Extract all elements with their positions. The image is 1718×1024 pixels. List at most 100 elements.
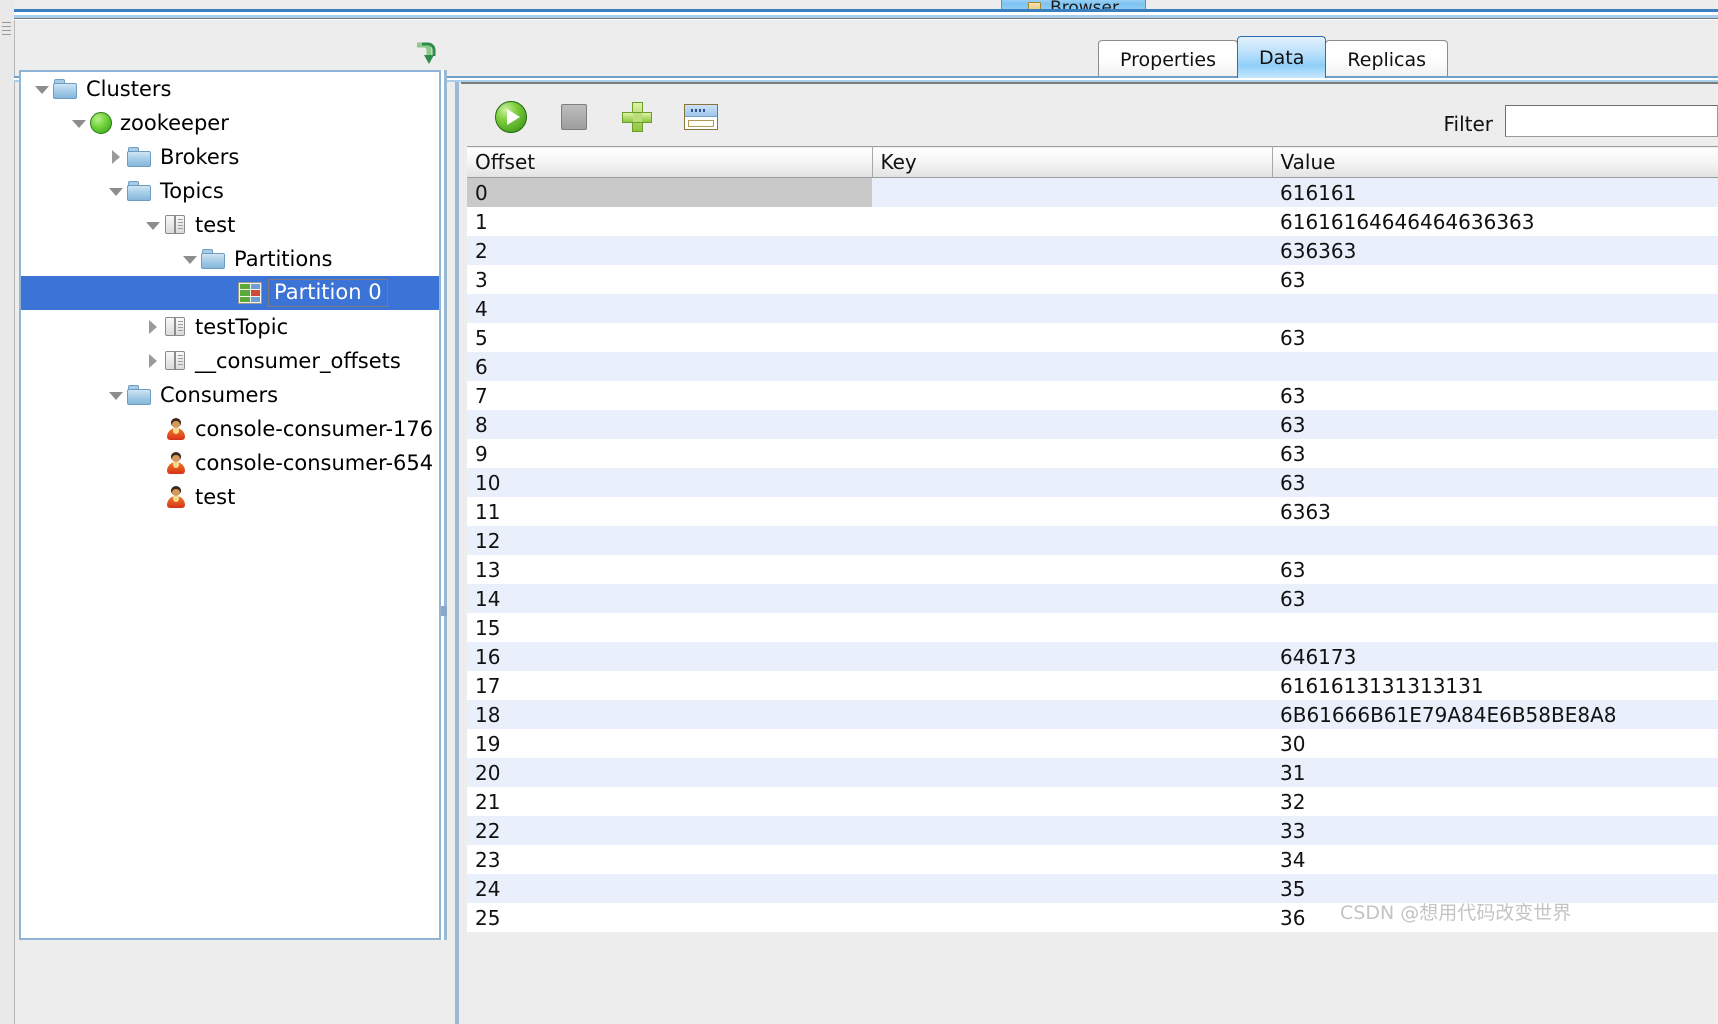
table-row[interactable]: 2 636363 <box>467 236 1718 265</box>
table-row[interactable]: 18 6B61666B61E79A84E6B58BE8A8 <box>467 700 1718 729</box>
chevron-down-icon[interactable] <box>142 214 164 236</box>
tree-node-brokers[interactable]: Brokers <box>21 140 439 174</box>
table-row[interactable]: 24 35 <box>467 874 1718 903</box>
tree-node-partitions[interactable]: Partitions <box>21 242 439 276</box>
table-row[interactable]: 16 646173 <box>467 642 1718 671</box>
table-row[interactable]: 20 31 <box>467 758 1718 787</box>
table-row[interactable]: 13 63 <box>467 555 1718 584</box>
table-row[interactable]: 21 32 <box>467 787 1718 816</box>
cell-key <box>872 642 1272 671</box>
cell-offset: 25 <box>467 903 872 932</box>
cell-key <box>872 526 1272 555</box>
cell-offset: 19 <box>467 729 872 758</box>
tab-properties[interactable]: Properties <box>1098 40 1239 78</box>
cell-offset: 24 <box>467 874 872 903</box>
message-table-scroll[interactable]: Offset Key Value 0 616161 1 616161646464646… <box>467 146 1718 1024</box>
tab-data[interactable]: Data <box>1237 36 1327 78</box>
cell-offset: 9 <box>467 439 872 468</box>
tree-node-label: Partition 0 <box>268 279 388 307</box>
table-row[interactable]: 3 63 <box>467 265 1718 294</box>
form-view-button[interactable] <box>683 101 719 137</box>
cell-offset: 11 <box>467 497 872 526</box>
cell-value <box>1272 352 1718 381</box>
stop-button[interactable] <box>558 101 594 137</box>
cell-key <box>872 671 1272 700</box>
tree-node-topics[interactable]: Topics <box>21 174 439 208</box>
chevron-down-icon[interactable] <box>105 180 127 202</box>
table-row[interactable]: 4 <box>467 294 1718 323</box>
tree-node-label: test <box>195 484 236 509</box>
table-row[interactable]: 19 30 <box>467 729 1718 758</box>
table-row[interactable]: 9 63 <box>467 439 1718 468</box>
table-row[interactable]: 14 63 <box>467 584 1718 613</box>
table-row[interactable]: 8 63 <box>467 410 1718 439</box>
cluster-tree-panel[interactable]: Clusters zookeeper Brokers Topics test Partit… <box>19 70 441 940</box>
chevron-down-icon[interactable] <box>68 112 90 134</box>
table-row[interactable]: 11 6363 <box>467 497 1718 526</box>
cell-value: 646173 <box>1272 642 1718 671</box>
cell-key <box>872 816 1272 845</box>
table-row[interactable]: 5 63 <box>467 323 1718 352</box>
tab-replicas-label: Replicas <box>1347 48 1427 71</box>
table-row[interactable]: 23 34 <box>467 845 1718 874</box>
cell-key <box>872 903 1272 932</box>
table-row[interactable]: 7 63 <box>467 381 1718 410</box>
play-button[interactable] <box>495 101 531 137</box>
tree-node-clusters[interactable]: Clusters <box>21 72 439 106</box>
table-row[interactable]: 15 <box>467 613 1718 642</box>
play-icon <box>495 101 527 133</box>
form-window-icon <box>684 104 718 130</box>
table-row[interactable]: 6 <box>467 352 1718 381</box>
column-header-offset[interactable]: Offset <box>467 146 873 178</box>
cell-key <box>872 758 1272 787</box>
table-row[interactable]: 10 63 <box>467 468 1718 497</box>
tree-node-consumers[interactable]: Consumers <box>21 378 439 412</box>
app-window: Browser Properties Data Replicas Cluster… <box>0 0 1718 1024</box>
tree-node-testtopic[interactable]: testTopic <box>21 310 439 344</box>
tab-replicas[interactable]: Replicas <box>1325 40 1449 78</box>
table-row[interactable]: 25 36 <box>467 903 1718 932</box>
chevron-right-icon[interactable] <box>142 316 164 338</box>
chevron-down-icon[interactable] <box>31 78 53 100</box>
folder-icon <box>127 180 153 202</box>
panel-splitter[interactable] <box>441 70 447 940</box>
tree-node-zookeeper[interactable]: zookeeper <box>21 106 439 140</box>
filter-label: Filter <box>1443 112 1493 136</box>
cell-offset: 15 <box>467 613 872 642</box>
chevron-right-icon[interactable] <box>142 350 164 372</box>
tree-node-partition-0[interactable]: Partition 0 <box>21 276 439 310</box>
cell-key <box>872 381 1272 410</box>
table-row[interactable]: 12 <box>467 526 1718 555</box>
table-row[interactable]: 22 33 <box>467 816 1718 845</box>
folder-icon <box>127 146 153 168</box>
cell-key <box>872 352 1272 381</box>
user-icon <box>164 417 188 441</box>
chevron-down-icon[interactable] <box>105 384 127 406</box>
cell-offset: 22 <box>467 816 872 845</box>
table-row[interactable]: 17 6161613131313131 <box>467 671 1718 700</box>
tree-node-consumer-offsets[interactable]: __consumer_offsets <box>21 344 439 378</box>
filter-input[interactable] <box>1505 105 1718 137</box>
cell-offset: 13 <box>467 555 872 584</box>
cell-value: 6161613131313131 <box>1272 671 1718 700</box>
chevron-right-icon[interactable] <box>105 146 127 168</box>
add-button[interactable] <box>621 101 657 137</box>
table-row[interactable]: 1 61616164646464636363 <box>467 207 1718 236</box>
splitter-grip[interactable] <box>441 606 447 616</box>
chevron-down-icon[interactable] <box>179 248 201 270</box>
cell-key <box>872 845 1272 874</box>
column-header-value[interactable]: Value <box>1272 146 1718 178</box>
cell-key <box>872 265 1272 294</box>
tree-node-console-consumer-176[interactable]: console-consumer-176 <box>21 412 439 446</box>
refresh-down-arrow-icon[interactable] <box>414 40 440 66</box>
tree-node-test[interactable]: test <box>21 208 439 242</box>
column-header-key[interactable]: Key <box>872 146 1273 178</box>
folder-icon <box>201 248 227 270</box>
tree-node-console-consumer-654[interactable]: console-consumer-654 <box>21 446 439 480</box>
tree-node-test[interactable]: test <box>21 480 439 514</box>
partition-icon <box>238 282 262 304</box>
table-row[interactable]: 0 616161 <box>467 177 1718 207</box>
cell-offset: 5 <box>467 323 872 352</box>
